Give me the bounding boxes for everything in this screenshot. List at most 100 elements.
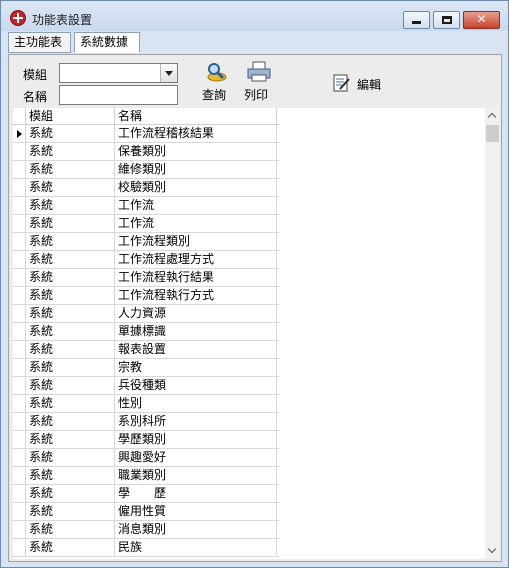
row-header[interactable] [13,413,26,431]
cell-name[interactable]: 校驗類別 [115,179,277,197]
table-row[interactable]: 系統 僱用性質 [13,503,279,521]
row-header[interactable] [13,521,26,539]
cell-module[interactable]: 系統 [26,359,115,377]
cell-name[interactable]: 性別 [115,395,277,413]
minimize-button[interactable] [403,11,430,29]
scroll-up-icon[interactable] [485,108,500,124]
chevron-down-icon[interactable] [160,64,177,82]
row-header[interactable] [13,431,26,449]
cell-name[interactable]: 工作流程處理方式 [115,251,277,269]
cell-module[interactable]: 系統 [26,341,115,359]
tab-main-menu[interactable]: 主功能表 [8,32,71,53]
column-header-name[interactable]: 名稱 [115,108,277,125]
cell-module[interactable]: 系統 [26,161,115,179]
cell-module[interactable]: 系統 [26,125,115,143]
column-header-module[interactable]: 模組 [26,108,115,125]
cell-module[interactable]: 系統 [26,305,115,323]
name-input[interactable] [59,85,178,105]
close-button[interactable]: ✕ [463,11,500,29]
row-header[interactable] [13,233,26,251]
cell-module[interactable]: 系統 [26,143,115,161]
row-header[interactable] [13,179,26,197]
table-row[interactable]: 系統 系別科所 [13,413,279,431]
cell-name[interactable]: 宗教 [115,359,277,377]
row-header[interactable] [13,377,26,395]
table-row[interactable]: 系統 消息類別 [13,521,279,539]
cell-module[interactable]: 系統 [26,287,115,305]
row-header[interactable] [13,161,26,179]
cell-name[interactable]: 工作流程執行方式 [115,287,277,305]
cell-name[interactable]: 單據標識 [115,323,277,341]
cell-name[interactable]: 維修類別 [115,161,277,179]
cell-name[interactable]: 僱用性質 [115,503,277,521]
table-row[interactable]: 系統 職業類別 [13,467,279,485]
cell-name[interactable]: 報表設置 [115,341,277,359]
data-grid[interactable]: 模組 名稱 系統 工作流程稽核結果 系統 保養類別 系統 維修類別 系統 校驗類別 系統 工作流系… [13,108,279,559]
table-row[interactable]: 系統 工作流程稽核結果 [13,125,279,143]
cell-module[interactable]: 系統 [26,485,115,503]
row-header[interactable] [13,323,26,341]
row-header[interactable] [13,503,26,521]
table-row[interactable]: 系統 宗教 [13,359,279,377]
cell-module[interactable]: 系統 [26,395,115,413]
cell-name[interactable]: 工作流 [115,215,277,233]
row-header[interactable] [13,143,26,161]
cell-name[interactable]: 民族 [115,539,277,557]
table-row[interactable]: 系統 校驗類別 [13,179,279,197]
cell-name[interactable]: 系別科所 [115,413,277,431]
cell-name[interactable]: 工作流程稽核結果 [115,125,277,143]
query-button[interactable]: 查詢 [202,61,232,102]
cell-module[interactable]: 系統 [26,323,115,341]
cell-name[interactable]: 工作流 [115,197,277,215]
cell-module[interactable]: 系統 [26,521,115,539]
table-row[interactable]: 系統 興趣愛好 [13,449,279,467]
edit-button[interactable]: 編輯 [331,61,391,101]
cell-name[interactable]: 職業類別 [115,467,277,485]
row-header[interactable] [13,287,26,305]
cell-name[interactable]: 興趣愛好 [115,449,277,467]
cell-name[interactable]: 保養類別 [115,143,277,161]
row-header[interactable] [13,359,26,377]
cell-module[interactable]: 系統 [26,179,115,197]
row-header[interactable] [13,125,26,143]
cell-module[interactable]: 系統 [26,503,115,521]
cell-module[interactable]: 系統 [26,269,115,287]
scroll-down-icon[interactable] [485,543,500,559]
cell-module[interactable]: 系統 [26,215,115,233]
row-header[interactable] [13,251,26,269]
cell-module[interactable]: 系統 [26,233,115,251]
cell-name[interactable]: 工作流程執行結果 [115,269,277,287]
cell-module[interactable]: 系統 [26,377,115,395]
cell-name[interactable]: 學歷類別 [115,431,277,449]
table-row[interactable]: 系統 工作流程處理方式 [13,251,279,269]
row-header[interactable] [13,467,26,485]
row-header[interactable] [13,485,26,503]
maximize-button[interactable] [433,11,460,29]
vertical-scrollbar[interactable] [485,108,500,559]
table-row[interactable]: 系統 人力資源 [13,305,279,323]
row-header[interactable] [13,539,26,557]
cell-module[interactable]: 系統 [26,539,115,557]
row-header[interactable] [13,215,26,233]
cell-name[interactable]: 消息類別 [115,521,277,539]
cell-name[interactable]: 學 歷 [115,485,277,503]
table-row[interactable]: 系統 工作流程類別 [13,233,279,251]
cell-name[interactable]: 兵役種類 [115,377,277,395]
title-bar[interactable]: 功能表設置 ✕ [1,1,508,31]
table-row[interactable]: 系統 報表設置 [13,341,279,359]
print-button[interactable]: 列印 [244,61,274,102]
table-row[interactable]: 系統 兵役種類 [13,377,279,395]
table-row[interactable]: 系統 學歷類別 [13,431,279,449]
tab-system-data[interactable]: 系統數據 [74,32,140,53]
cell-module[interactable]: 系統 [26,413,115,431]
row-header[interactable] [13,449,26,467]
table-row[interactable]: 系統 性別 [13,395,279,413]
table-row[interactable]: 系統學 歷 [13,485,279,503]
cell-module[interactable]: 系統 [26,449,115,467]
row-header[interactable] [13,341,26,359]
scroll-thumb[interactable] [486,125,499,142]
cell-name[interactable]: 工作流程類別 [115,233,277,251]
module-select[interactable] [59,63,178,83]
cell-name[interactable]: 人力資源 [115,305,277,323]
table-row[interactable]: 系統 民族 [13,539,279,557]
